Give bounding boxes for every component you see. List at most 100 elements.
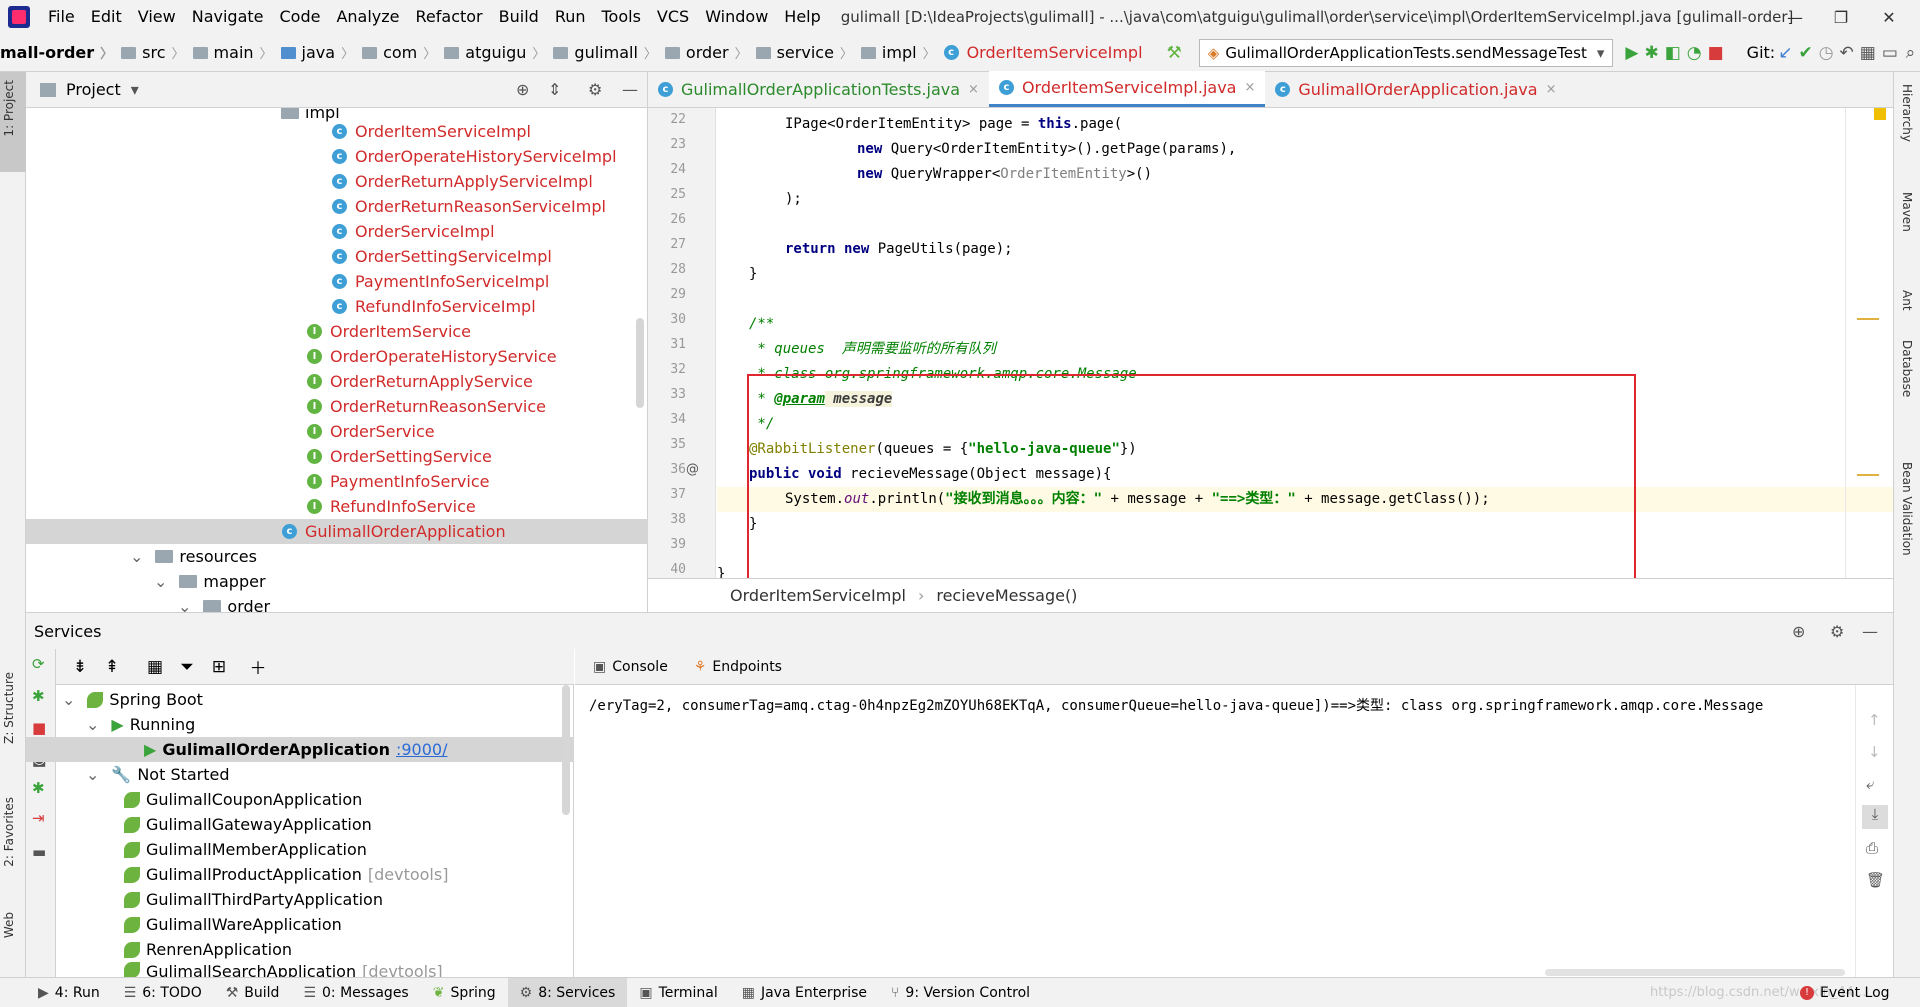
debug-icon[interactable]: ✱ [32,779,45,797]
tab-gulimall-order-application-tests[interactable]: c GulimallOrderApplicationTests.java × [648,71,989,107]
tree-row[interactable]: I OrderReturnReasonService [307,394,546,419]
search-icon[interactable]: ⌕ [1904,40,1917,66]
tab-services[interactable]: ⚙ 8: Services [507,977,628,1007]
presentation-icon[interactable]: ▭ [1882,40,1898,66]
tree-row[interactable]: GulimallMemberApplication [124,837,373,862]
git-history-icon[interactable]: ◷ [1819,40,1834,66]
tree-row[interactable]: I OrderSettingService [307,444,492,469]
arrow-up-icon[interactable]: ↑ [1868,711,1881,729]
tab-project[interactable]: 1: Project [2,80,16,137]
tree-row-selected[interactable]: ▶ GulimallOrderApplication:9000/ [26,737,574,762]
tab-maven[interactable]: Maven [1900,192,1914,232]
error-stripe-mark[interactable] [1857,318,1879,320]
menu-refactor[interactable]: Refactor [408,0,491,34]
project-view-select[interactable]: Project [66,80,121,99]
tab-todo[interactable]: ☰ 6: TODO [112,985,214,1001]
tree-row[interactable]: I PaymentInfoService [307,469,489,494]
collapse-all-icon[interactable]: ⇞ [99,654,125,680]
tree-row[interactable]: ⌄ resources [130,544,257,569]
close-tab-icon[interactable]: × [968,82,979,97]
tab-favorites[interactable]: 2: Favorites [2,797,16,867]
tree-row[interactable]: c RefundInfoServiceImpl [332,294,536,319]
menu-build[interactable]: Build [491,0,547,34]
tree-row[interactable]: I OrderOperateHistoryService [307,344,557,369]
tab-java-enterprise[interactable]: ▦ Java Enterprise [730,985,879,1001]
tree-row[interactable]: c OrderReturnReasonServiceImpl [332,194,606,219]
menu-file[interactable]: File [40,0,83,34]
console-output[interactable]: /eryTag=2, consumerTag=amq.ctag-0h4npzEg… [589,695,1763,715]
tab-bean-validation[interactable]: Bean Validation [1900,462,1914,556]
tree-row[interactable]: GulimallSearchApplication [devtools] [124,962,443,978]
tree-row[interactable]: c OrderReturnApplyServiceImpl [332,169,593,194]
tab-hierarchy[interactable]: Hierarchy [1900,84,1914,142]
debug-icon[interactable]: ✱ [1644,40,1658,66]
tree-row[interactable]: GulimallThirdPartyApplication [124,887,389,912]
breadcrumb-class[interactable]: c OrderItemServiceImpl [940,43,1147,62]
gear-icon[interactable]: ⚙ [588,80,602,99]
refresh-icon[interactable]: ⟳ [32,655,45,673]
tree-row[interactable]: c OrderSettingServiceImpl [332,244,552,269]
gear-icon[interactable]: ⚙ [1830,622,1844,641]
add-icon[interactable]: ＋ [245,654,271,680]
tab-database[interactable]: Database [1900,340,1914,397]
breadcrumb-method[interactable]: recieveMessage() [936,586,1077,605]
menu-view[interactable]: View [130,0,184,34]
breadcrumb-java[interactable]: java 〉 [277,43,359,62]
tab-gulimall-order-application[interactable]: c GulimallOrderApplication.java × [1265,71,1566,107]
breadcrumb-order[interactable]: order 〉 [661,43,752,62]
implementation-marker-icon[interactable]: @ [686,462,699,477]
tree-row[interactable]: c PaymentInfoServiceImpl [332,269,549,294]
tree-row[interactable]: GulimallGatewayApplication [124,812,378,837]
soft-wrap-icon[interactable]: ⤶ [1866,775,1874,793]
filter-icon[interactable]: ⏷ [174,654,200,680]
scroll-to-end-icon[interactable]: ⤓ [1862,805,1888,829]
breadcrumb-class[interactable]: OrderItemServiceImpl [730,586,906,605]
tree-row[interactable]: I RefundInfoService [307,494,476,519]
tab-console[interactable]: Console [612,659,668,675]
code-area[interactable]: IPage<OrderItemEntity> page = this.page(… [717,108,1893,578]
port-link[interactable]: :9000/ [396,740,448,759]
breadcrumb-service[interactable]: service 〉 [752,43,857,62]
tab-order-item-service-impl[interactable]: c OrderItemServiceImpl.java × [988,71,1266,107]
menu-analyze[interactable]: Analyze [328,0,407,34]
tab-web[interactable]: Web [2,912,16,938]
hide-icon[interactable]: — [622,80,638,99]
layout-icon[interactable]: ▬ [32,843,46,861]
run-icon[interactable]: ▶ [1625,40,1638,66]
hammer-build-icon[interactable]: ⚒ [1167,40,1182,66]
tree-row[interactable]: c OrderServiceImpl [332,219,495,244]
close-tab-icon[interactable]: × [1546,82,1557,97]
breadcrumb-com[interactable]: com 〉 [358,43,440,62]
tab-terminal[interactable]: ▣ Terminal [627,985,729,1001]
menu-help[interactable]: Help [776,0,828,34]
locate-icon[interactable]: ⊕ [516,80,529,99]
menu-tools[interactable]: Tools [594,0,649,34]
tab-ant[interactable]: Ant [1900,290,1914,311]
error-stripe-mark[interactable] [1857,474,1879,476]
tree-row[interactable]: c OrderItemServiceImpl [332,119,531,144]
hide-icon[interactable]: — [1862,622,1878,641]
stop-icon[interactable]: ■ [32,719,46,737]
profile-icon[interactable]: ◔ [1687,40,1702,66]
menu-window[interactable]: Window [697,0,776,34]
restore-icon[interactable]: ❐ [1818,0,1864,34]
exit-icon[interactable]: ⇥ [32,809,45,827]
chevron-down-icon[interactable]: ▾ [131,80,139,99]
tab-endpoints[interactable]: Endpoints [712,659,782,675]
close-tab-icon[interactable]: × [1244,80,1255,95]
tab-structure[interactable]: Z: Structure [2,672,16,744]
tree-row[interactable]: GulimallWareApplication [124,912,348,937]
tree-row[interactable]: ⌄ Spring Boot [62,687,203,712]
event-log-button[interactable]: ! Event Log [1800,985,1890,1001]
inspection-status-icon[interactable] [1874,108,1886,120]
tab-build[interactable]: ⚒ Build [214,985,292,1001]
tree-row[interactable]: I OrderService [307,419,435,444]
menu-vcs[interactable]: VCS [649,0,697,34]
group-by-icon[interactable]: ▦ [142,654,168,680]
tree-row[interactable]: RenrenApplication [124,937,298,962]
tab-spring[interactable]: ❦ Spring [421,985,508,1001]
coverage-icon[interactable]: ◧ [1665,40,1681,66]
project-scrollbar[interactable] [636,318,644,408]
stop-icon[interactable]: ■ [1708,40,1724,66]
menu-run[interactable]: Run [547,0,594,34]
